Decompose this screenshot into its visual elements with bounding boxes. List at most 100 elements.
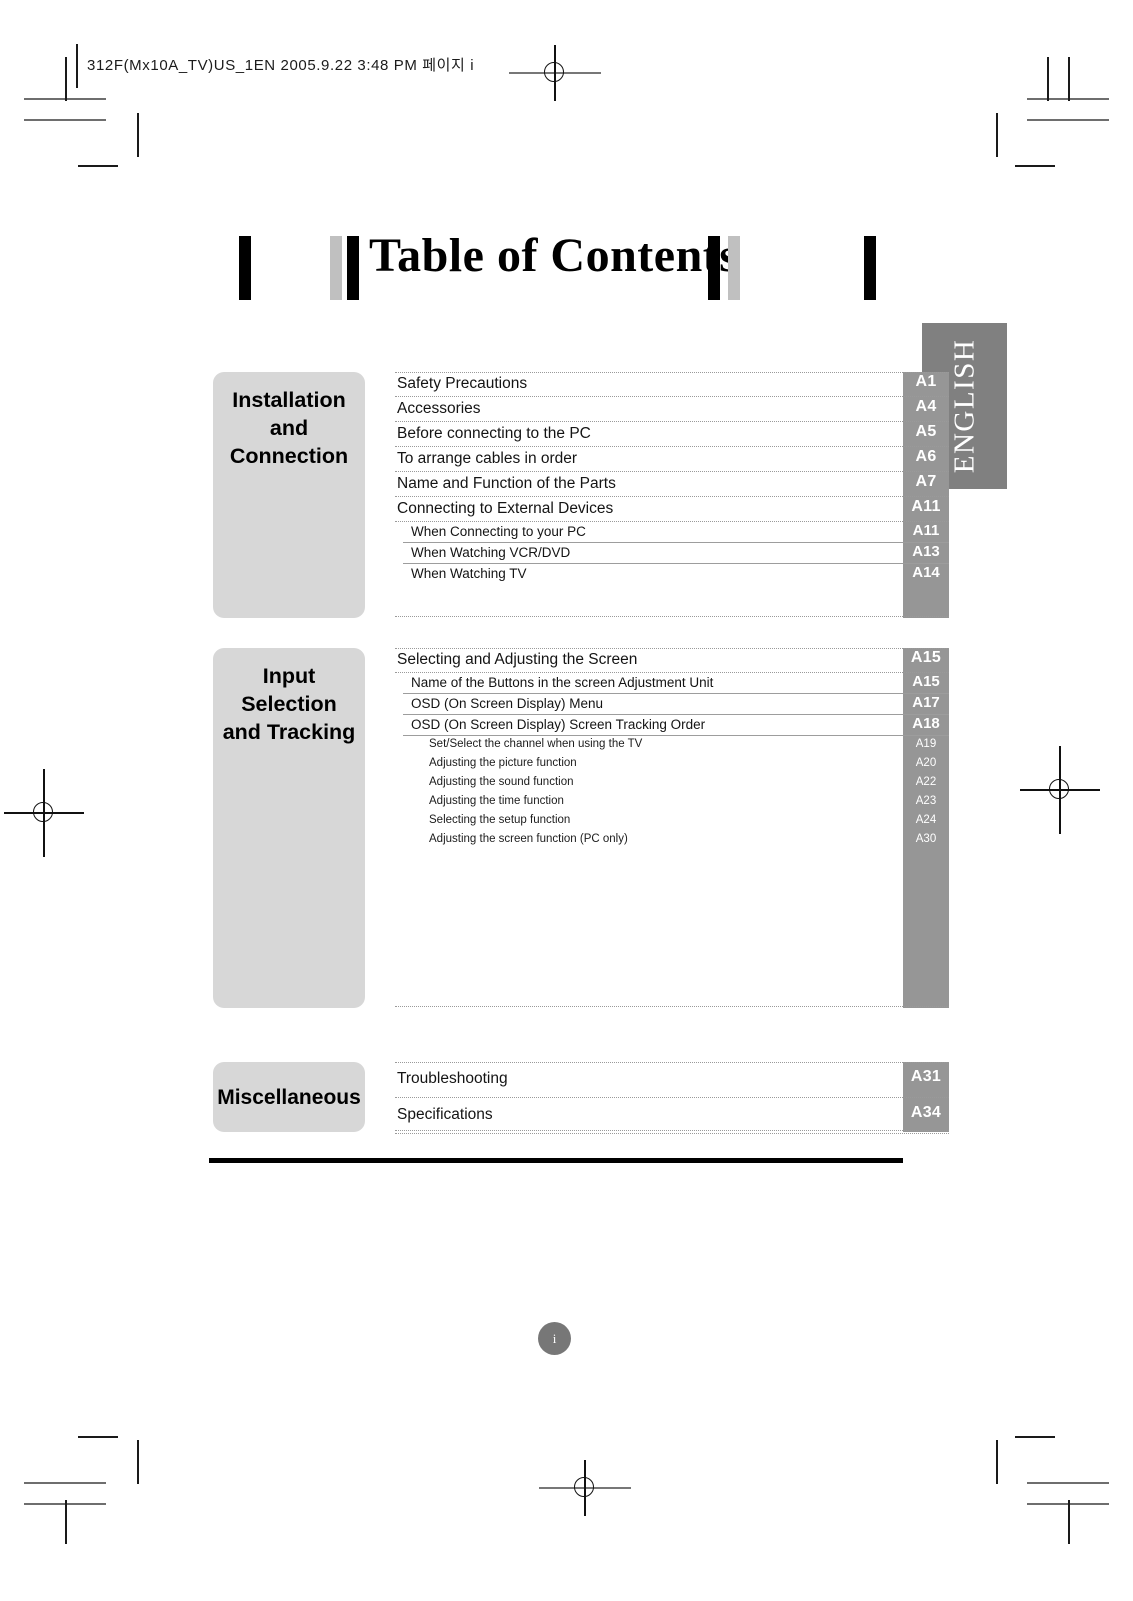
toc-entry-page: A11 xyxy=(912,522,940,539)
crop-mark-top-left-v1 xyxy=(65,57,67,101)
crop-mark-top-right-v1 xyxy=(1068,57,1070,101)
toc-entry-label: Selecting and Adjusting the Screen xyxy=(397,651,638,668)
toc-entry-page: A13 xyxy=(912,543,940,560)
toc-entry-label: Set/Select the channel when using the TV xyxy=(429,738,643,750)
toc-entry-label: Adjusting the time function xyxy=(429,795,564,807)
toc-entry-level-3[interactable]: Adjusting the time function A23 xyxy=(395,793,936,812)
page-number-label: i xyxy=(552,1330,557,1346)
crop-mark-bottom-right-v1 xyxy=(1068,1500,1070,1544)
toc-entry-level-2[interactable]: When Watching VCR/DVD A13 xyxy=(395,543,949,564)
toc-entry-label: To arrange cables in order xyxy=(397,450,578,467)
toc-entry-level-2[interactable]: Name of the Buttons in the screen Adjust… xyxy=(395,673,949,694)
crop-mark-bottom-right-h1 xyxy=(1027,1482,1109,1484)
toc-entry-label: When Watching VCR/DVD xyxy=(411,545,571,560)
crop-mark-bottom-left-h3 xyxy=(78,1436,118,1438)
toc-entry-level-1[interactable]: Before connecting to the PC A5 xyxy=(395,422,949,447)
crop-mark-top-left-h3 xyxy=(78,165,118,167)
toc-entry-level-2[interactable]: When Watching TV A14 xyxy=(395,564,940,585)
toc-category-label: Input Selection and Tracking xyxy=(222,664,356,744)
toc-entry-level-2[interactable]: OSD (On Screen Display) Menu A17 xyxy=(395,694,949,715)
registration-mark-right xyxy=(1020,746,1100,834)
toc-entry-level-1[interactable]: Troubleshooting A31 xyxy=(395,1062,949,1098)
toc-entry-page: A19 xyxy=(915,738,937,750)
toc-entry-label: Accessories xyxy=(397,400,481,417)
toc-entry-label: Adjusting the sound function xyxy=(429,776,574,788)
toc-entry-level-1[interactable]: Accessories A4 xyxy=(395,397,949,422)
toc-entry-page: A17 xyxy=(912,694,940,711)
crop-mark-bottom-left-v1 xyxy=(65,1500,67,1544)
toc-entry-level-1[interactable]: To arrange cables in order A6 xyxy=(395,447,949,472)
crop-mark-bottom-left-h1 xyxy=(24,1482,106,1484)
page-title: Table of Contents xyxy=(369,229,739,282)
page-number-badge: i xyxy=(538,1322,571,1355)
registration-mark-left xyxy=(4,769,84,857)
page-title-block: Table of Contents xyxy=(0,229,1133,308)
toc-entry-page: A11 xyxy=(911,498,941,515)
toc-entry-page: A14 xyxy=(912,564,940,581)
bottom-divider-rule xyxy=(209,1158,903,1163)
crop-mark-top-left-v2 xyxy=(137,113,139,157)
toc-entry-level-3[interactable]: Set/Select the channel when using the TV… xyxy=(395,736,936,755)
toc-entry-label: Adjusting the picture function xyxy=(429,757,577,769)
title-bar-left-inner xyxy=(347,236,359,300)
registration-mark-bottom xyxy=(539,1460,631,1516)
leader-rule-top xyxy=(395,372,949,373)
toc-entry-level-2[interactable]: OSD (On Screen Display) Screen Tracking … xyxy=(395,715,949,736)
toc-entry-page: A4 xyxy=(915,398,937,415)
toc-entry-label: Selecting the setup function xyxy=(429,814,571,826)
toc-category-box: Miscellaneous xyxy=(213,1062,365,1132)
crop-mark-top-right-v3 xyxy=(1047,57,1049,101)
section-closing-rule xyxy=(395,1006,949,1007)
toc-entry-label: Name and Function of the Parts xyxy=(397,475,616,492)
toc-entry-page: A6 xyxy=(915,448,937,465)
toc-entry-page: A31 xyxy=(910,1068,942,1085)
toc-entry-page: A18 xyxy=(912,715,940,732)
toc-entry-page: A23 xyxy=(915,795,937,807)
toc-category-box: Installation and Connection xyxy=(213,372,365,618)
toc-entry-list: Selecting and Adjusting the Screen A15 Nam… xyxy=(395,648,949,1008)
crop-mark-bottom-left-v2 xyxy=(137,1440,139,1484)
toc-entry-label: OSD (On Screen Display) Menu xyxy=(411,696,604,711)
toc-entry-level-3[interactable]: Selecting the setup function A24 xyxy=(395,812,936,831)
toc-entry-page: A7 xyxy=(915,473,937,490)
toc-entry-level-1[interactable]: Specifications A34 xyxy=(395,1098,949,1134)
toc-entry-label: Before connecting to the PC xyxy=(397,425,591,442)
toc-category-label: Miscellaneous xyxy=(217,1086,361,1109)
toc-entry-label: Adjusting the screen function (PC only) xyxy=(429,833,628,845)
toc-entry-level-2[interactable]: When Connecting to your PC A11 xyxy=(395,522,949,543)
leader-rule xyxy=(395,1133,949,1134)
toc-entry-label: Connecting to External Devices xyxy=(397,500,614,517)
toc-category-box: Input Selection and Tracking xyxy=(213,648,365,1008)
toc-entry-label: Safety Precautions xyxy=(397,375,528,392)
title-bar-left-grey xyxy=(330,236,342,300)
toc-entry-level-3[interactable]: Adjusting the picture function A20 xyxy=(395,755,936,774)
toc-entry-list: Troubleshooting A31 Specifications A34 xyxy=(395,1062,949,1134)
crop-mark-bottom-right-v2 xyxy=(996,1440,998,1484)
toc-entry-level-1[interactable]: Safety Precautions A1 xyxy=(395,372,949,397)
toc-entry-page: A5 xyxy=(915,423,937,440)
toc-entry-page: A15 xyxy=(910,649,942,666)
toc-entry-label: When Watching TV xyxy=(411,566,527,581)
leader-rule-top xyxy=(395,1062,949,1063)
toc-entry-label: OSD (On Screen Display) Screen Tracking … xyxy=(411,717,706,732)
toc-entry-page: A1 xyxy=(915,373,937,390)
crop-mark-top-right-h3 xyxy=(1015,165,1055,167)
toc-entry-label: When Connecting to your PC xyxy=(411,524,586,539)
toc-entry-level-1[interactable]: Selecting and Adjusting the Screen A15 xyxy=(395,648,949,673)
leader-rule-top xyxy=(395,648,949,649)
toc-entry-level-3[interactable]: Adjusting the screen function (PC only) A… xyxy=(395,831,936,850)
toc-entry-level-1[interactable]: Connecting to External Devices A11 xyxy=(395,497,949,522)
toc-entry-level-1[interactable]: Name and Function of the Parts A7 xyxy=(395,472,949,497)
section-closing-rule xyxy=(395,616,949,617)
crop-mark-top-right-v2 xyxy=(996,113,998,157)
toc-entry-page: A15 xyxy=(912,673,940,690)
toc-entry-label: Name of the Buttons in the screen Adjust… xyxy=(411,675,714,690)
toc-entry-level-3[interactable]: Adjusting the sound function A22 xyxy=(395,774,936,793)
running-head: 312F(Mx10A_TV)US_1EN 2005.9.22 3:48 PM 페… xyxy=(87,57,475,74)
running-head-divider xyxy=(76,44,78,88)
language-tab-label: ENGLISH xyxy=(948,338,980,474)
toc-entry-page: A24 xyxy=(915,814,937,826)
section-closing-rule xyxy=(395,1130,949,1131)
title-bar-right-outer xyxy=(864,236,876,300)
crop-mark-top-right-h2 xyxy=(1027,119,1109,121)
